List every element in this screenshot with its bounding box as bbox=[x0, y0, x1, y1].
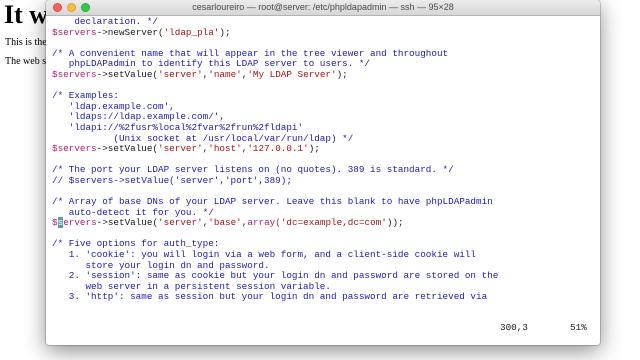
code-token: ); bbox=[336, 68, 348, 80]
code-token: 2. 'session': same as cookie but your lo… bbox=[52, 270, 499, 282]
code-token: 'ldap_pla' bbox=[163, 26, 220, 38]
code-token: /* Five options for auth_type: bbox=[52, 238, 220, 250]
code-token: /* Examples: bbox=[52, 90, 119, 102]
code-token: 'server' bbox=[158, 68, 203, 80]
code-token: $servers bbox=[52, 68, 97, 80]
code-token: )); bbox=[386, 217, 404, 229]
code-token: 'base' bbox=[208, 217, 242, 229]
code-token: ->setValue( bbox=[96, 68, 159, 80]
code-token: (Unix socket at /usr/local/var/run/ldap)… bbox=[52, 132, 354, 144]
window-title: cesarloureiro — root@server: /etc/phplda… bbox=[192, 2, 454, 12]
code-token: 'ldaps://ldap.example.com/', bbox=[52, 111, 225, 123]
code-token: '127.0.0.1' bbox=[247, 143, 309, 155]
scroll-percent: 51% bbox=[570, 322, 587, 333]
code-line: $servers->setValue('server','base',array… bbox=[52, 217, 598, 229]
code-token: ); bbox=[219, 26, 231, 38]
code-token: ->newServer( bbox=[96, 26, 164, 38]
editor-content[interactable]: declaration. */$servers->newServer('ldap… bbox=[52, 16, 598, 303]
code-token: array( bbox=[247, 217, 281, 229]
code-token: 'server' bbox=[158, 217, 203, 229]
code-token: store your login dn and password. bbox=[52, 259, 270, 271]
code-token: /* The port your LDAP server listens on … bbox=[52, 164, 454, 176]
code-token: 'name' bbox=[208, 68, 242, 80]
code-token: 'dc=example,dc=com' bbox=[280, 217, 387, 229]
code-token: 'My LDAP Server' bbox=[247, 68, 337, 80]
code-line: 3. 'http': same as session but your logi… bbox=[52, 292, 598, 303]
code-line: $servers->setValue('server','host','127.… bbox=[52, 143, 598, 155]
code-line: $servers->setValue('server','name','My L… bbox=[52, 68, 598, 81]
code-token: phpLDAPadmin to identify this LDAP serve… bbox=[52, 58, 371, 70]
code-token: ); bbox=[308, 143, 320, 155]
code-token: ->setValue( bbox=[96, 217, 159, 229]
code-token: auto-detect it for you. */ bbox=[52, 206, 214, 218]
code-token: 'server' bbox=[158, 143, 203, 155]
code-token: 'ldapi://%2fusr%local%2fvar%2frun%2fldap… bbox=[52, 121, 304, 133]
code-token: ervers bbox=[63, 217, 97, 229]
terminal-window[interactable]: cesarloureiro — root@server: /etc/phplda… bbox=[46, 0, 600, 345]
code-token: // $servers->setValue('server','port',38… bbox=[52, 174, 292, 186]
code-token: /* Array of base DNs of your LDAP server… bbox=[52, 196, 493, 208]
code-line: $servers->newServer('ldap_pla'); bbox=[52, 26, 598, 39]
code-token: $ bbox=[52, 217, 58, 229]
code-token: /* A convenient name that will appear in… bbox=[52, 47, 449, 59]
code-token: web server in a persistent session varia… bbox=[52, 280, 331, 292]
page-paragraph: The web se bbox=[5, 56, 51, 67]
code-token: 'host' bbox=[208, 143, 242, 155]
code-token: $servers bbox=[52, 143, 97, 155]
code-line: // $servers->setValue('server','port',38… bbox=[52, 174, 598, 187]
code-token: $servers bbox=[52, 26, 97, 38]
code-token: 3. 'http': same as session but your logi… bbox=[52, 291, 488, 303]
cursor-position: 300,3 bbox=[500, 322, 528, 333]
code-token: 1. 'cookie': you will login via a web fo… bbox=[52, 249, 477, 261]
code-token: 'ldap.example.com', bbox=[52, 100, 175, 112]
code-token: ->setValue( bbox=[96, 143, 159, 155]
page-paragraph: This is the bbox=[5, 37, 47, 48]
window-titlebar[interactable]: cesarloureiro — root@server: /etc/phplda… bbox=[46, 0, 600, 16]
editor-statusbar: 300,3 51% bbox=[52, 322, 594, 333]
code-token: declaration. */ bbox=[52, 16, 159, 27]
